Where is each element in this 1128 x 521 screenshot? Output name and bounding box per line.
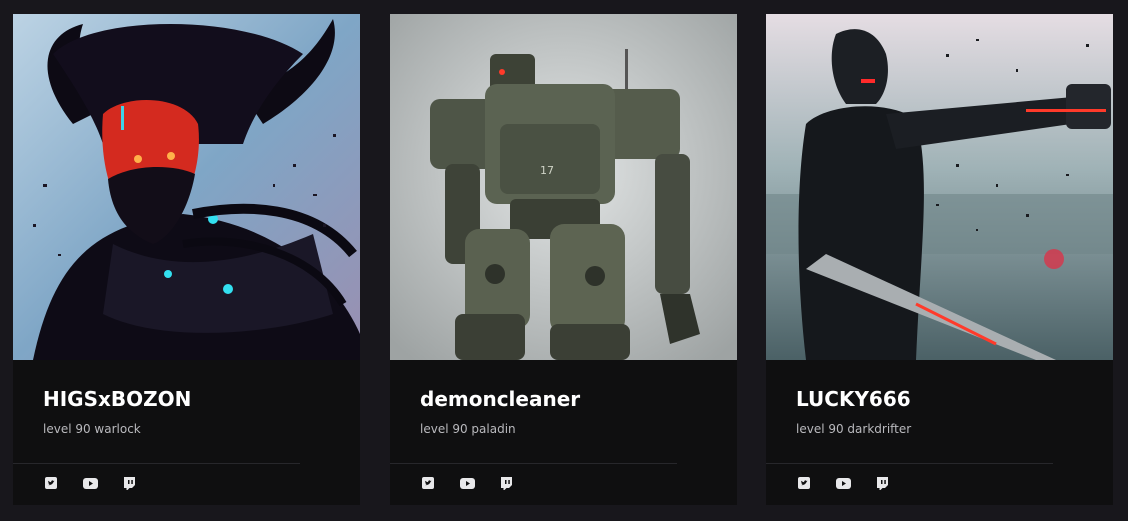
player-art-darkdrifter <box>766 14 1113 360</box>
player-art-warlock <box>13 14 360 360</box>
player-card[interactable]: LUCKY666 level 90 darkdrifter <box>766 14 1113 505</box>
youtube-icon[interactable] <box>459 475 475 491</box>
youtube-icon[interactable] <box>835 475 851 491</box>
player-level: level 90 paladin <box>420 422 516 436</box>
twitter-icon[interactable] <box>43 475 59 491</box>
player-name: LUCKY666 <box>796 387 911 411</box>
player-art-mech: 17 <box>390 14 737 360</box>
social-links <box>420 475 537 491</box>
twitch-icon[interactable] <box>874 475 890 491</box>
social-links <box>43 475 160 491</box>
social-links <box>796 475 913 491</box>
card-divider <box>766 463 1053 464</box>
player-card[interactable]: 17 demoncleaner level 90 paladin <box>390 14 737 505</box>
player-level: level 90 darkdrifter <box>796 422 912 436</box>
youtube-icon[interactable] <box>82 475 98 491</box>
twitter-icon[interactable] <box>420 475 436 491</box>
card-divider <box>13 463 300 464</box>
player-level: level 90 warlock <box>43 422 141 436</box>
player-name: HIGSxBOZON <box>43 387 192 411</box>
player-card[interactable]: HIGSxBOZON level 90 warlock <box>13 14 360 505</box>
player-name: demoncleaner <box>420 387 581 411</box>
twitch-icon[interactable] <box>498 475 514 491</box>
twitter-icon[interactable] <box>796 475 812 491</box>
svg-text:17: 17 <box>540 164 554 177</box>
twitch-icon[interactable] <box>121 475 137 491</box>
card-divider <box>390 463 677 464</box>
